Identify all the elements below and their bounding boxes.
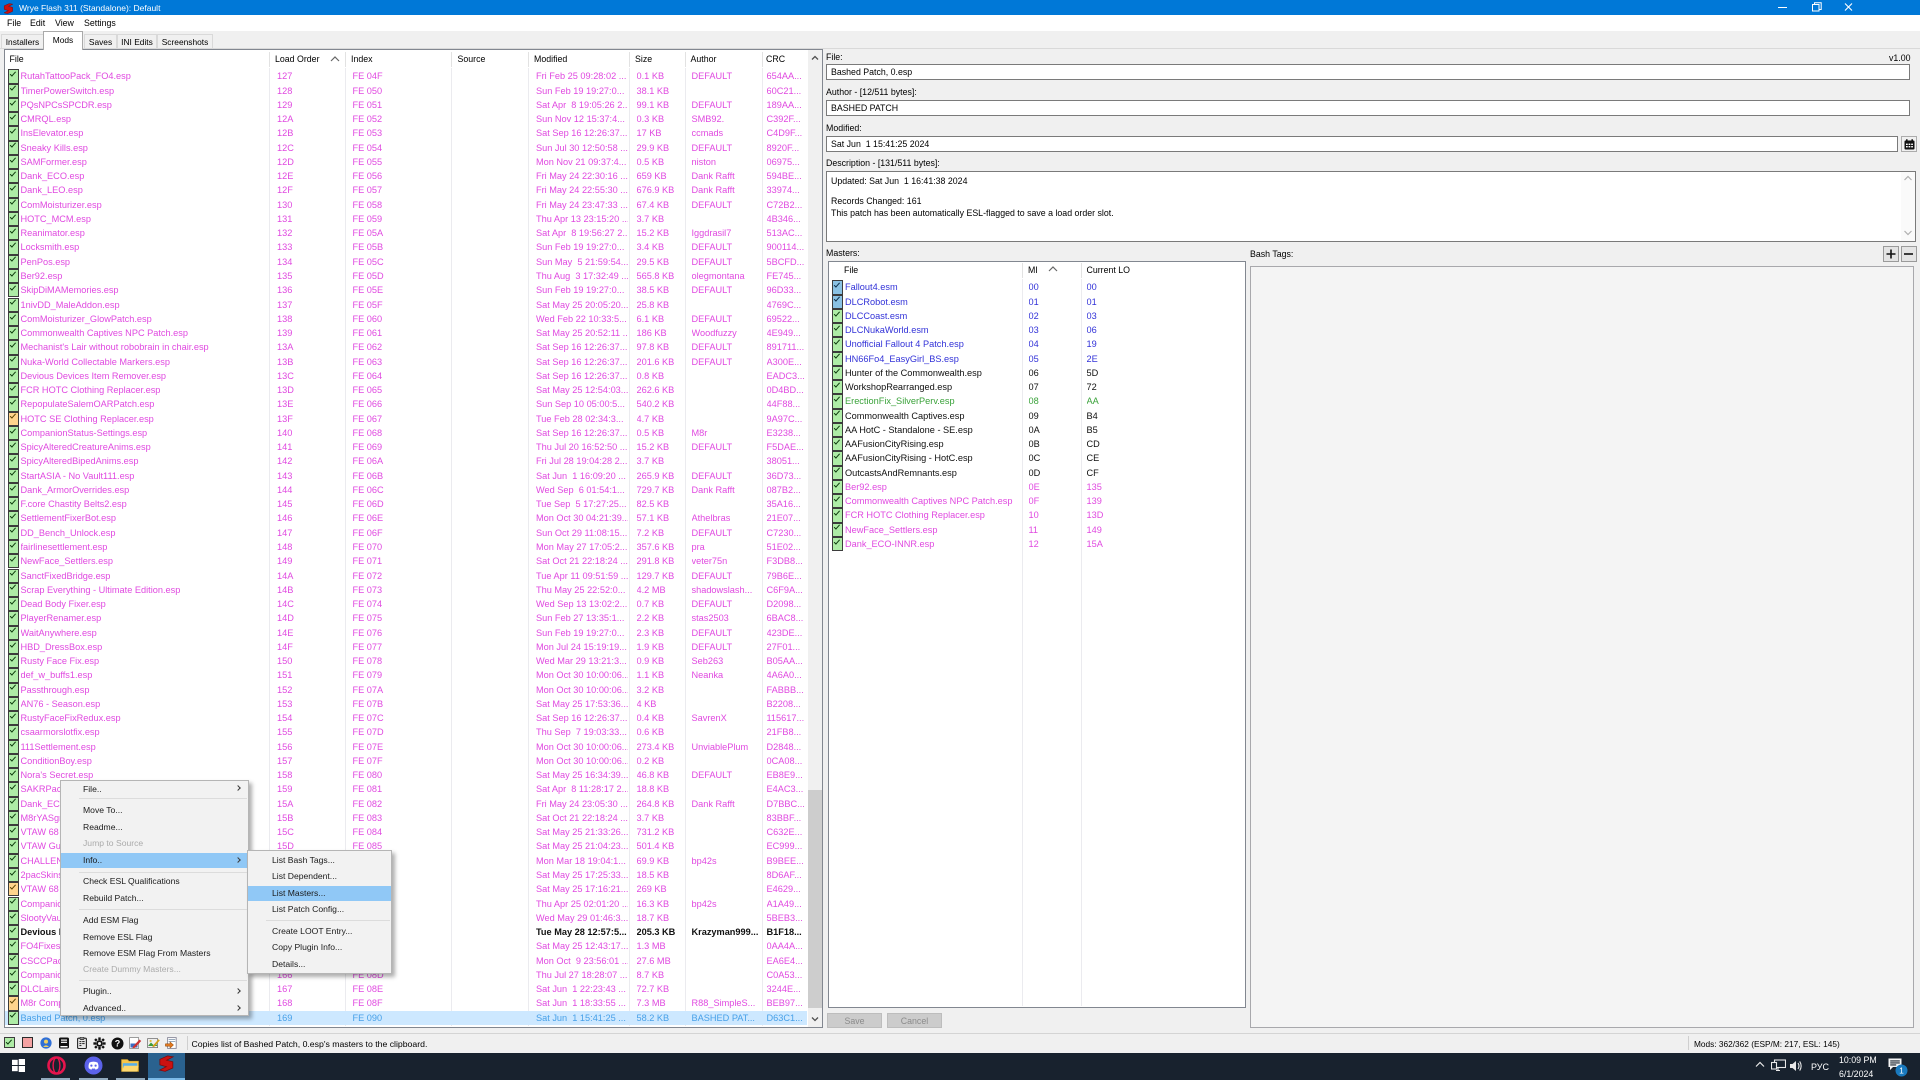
svg-text:1: 1 [1899, 1066, 1904, 1076]
svg-text:?: ? [115, 1039, 121, 1049]
